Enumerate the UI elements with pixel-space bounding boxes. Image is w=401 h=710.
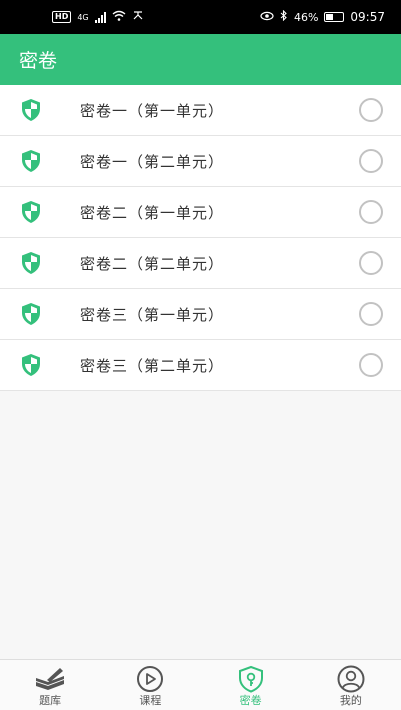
tab-label: 题库 [39, 694, 62, 707]
shield-icon [20, 302, 42, 326]
select-radio[interactable] [359, 149, 383, 173]
tab-courses[interactable]: 课程 [100, 660, 200, 710]
notification-icon [132, 10, 144, 24]
list-item[interactable]: 密卷一（第一单元） [0, 85, 401, 136]
page-title: 密卷 [19, 50, 58, 72]
status-right: 46% 09:57 [260, 9, 385, 24]
list-item-label: 密卷二（第二单元） [80, 254, 225, 273]
battery-percent: 46% [293, 10, 319, 24]
book-icon [33, 664, 67, 694]
list-item-label: 密卷一（第一单元） [80, 101, 225, 120]
shield-icon [20, 98, 42, 122]
tab-profile[interactable]: 我的 [301, 660, 401, 710]
play-icon [133, 664, 167, 694]
select-radio[interactable] [359, 251, 383, 275]
shield-icon [20, 200, 42, 224]
tab-label: 课程 [139, 694, 162, 707]
app-header: 密卷 [0, 34, 401, 85]
list-item-label: 密卷三（第二单元） [80, 356, 225, 375]
list-item-label: 密卷一（第二单元） [80, 152, 225, 171]
shield-icon [20, 251, 42, 275]
tab-secret-papers[interactable]: 密卷 [201, 660, 301, 710]
status-left: HD 4G [52, 10, 144, 24]
network-type: 4G [77, 12, 89, 22]
hd-icon: HD [52, 11, 72, 23]
list-item-label: 密卷三（第一单元） [80, 305, 225, 324]
eye-icon [260, 11, 274, 24]
battery-icon [324, 12, 345, 22]
user-icon [334, 664, 368, 694]
list-item[interactable]: 密卷二（第二单元） [0, 238, 401, 289]
exam-list: 密卷一（第一单元） 密卷一（第二单元） 密卷二（第一单元） 密卷二（第二单元） … [0, 85, 401, 391]
shield-icon [20, 149, 42, 173]
clock: 09:57 [350, 10, 385, 24]
select-radio[interactable] [359, 302, 383, 326]
shield-key-icon [234, 664, 268, 694]
wifi-icon [112, 10, 126, 24]
list-item[interactable]: 密卷一（第二单元） [0, 136, 401, 187]
list-item[interactable]: 密卷三（第一单元） [0, 289, 401, 340]
tab-label: 密卷 [239, 694, 262, 707]
status-bar: HD 4G 46% 09:57 [0, 0, 401, 34]
list-item[interactable]: 密卷三（第二单元） [0, 340, 401, 391]
tab-label: 我的 [339, 694, 362, 707]
select-radio[interactable] [359, 98, 383, 122]
tab-question-bank[interactable]: 题库 [0, 660, 100, 710]
select-radio[interactable] [359, 353, 383, 377]
list-item-label: 密卷二（第一单元） [80, 203, 225, 222]
bottom-tab-bar: 题库 课程 密卷 我的 [0, 659, 401, 710]
list-item[interactable]: 密卷二（第一单元） [0, 187, 401, 238]
shield-icon [20, 353, 42, 377]
select-radio[interactable] [359, 200, 383, 224]
bluetooth-icon [280, 9, 288, 24]
signal-icon [94, 11, 106, 23]
